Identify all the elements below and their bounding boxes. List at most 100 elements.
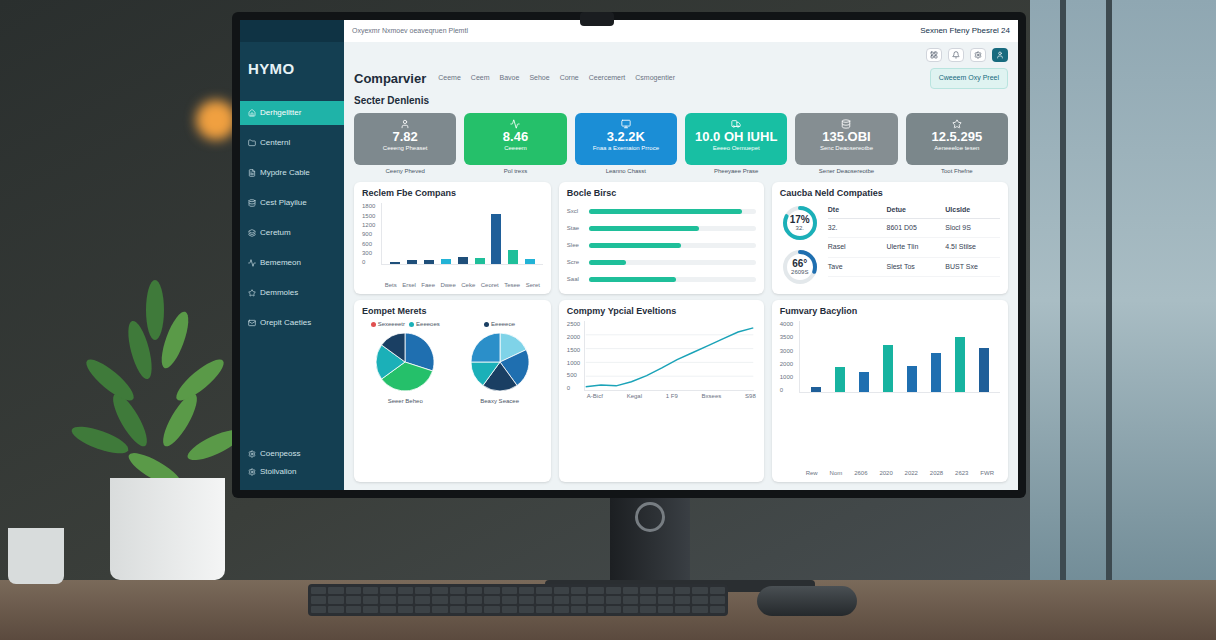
key[interactable] — [415, 587, 430, 594]
sidebar-item[interactable]: Cest Playilue — [240, 191, 344, 215]
key[interactable] — [658, 587, 673, 594]
tab[interactable]: Corne — [560, 73, 579, 84]
sidebar-footer-item[interactable]: Coenpeoss — [248, 448, 336, 460]
key[interactable] — [675, 596, 690, 603]
key[interactable] — [484, 587, 499, 594]
key[interactable] — [571, 606, 586, 613]
key[interactable] — [675, 606, 690, 613]
key[interactable] — [692, 606, 707, 613]
sidebar-item[interactable]: Centernl — [240, 131, 344, 155]
key[interactable] — [398, 606, 413, 613]
toolbar-button[interactable] — [926, 48, 942, 62]
hbar-fill — [589, 260, 626, 265]
kpi-card: 8.46Ceeeem — [464, 113, 566, 165]
key[interactable] — [554, 596, 569, 603]
key[interactable] — [606, 587, 621, 594]
key[interactable] — [328, 587, 343, 594]
sidebar-item[interactable]: Ceretum — [240, 221, 344, 245]
key[interactable] — [502, 606, 517, 613]
tab[interactable]: Ceercemert — [589, 73, 626, 84]
toolbar-button[interactable] — [948, 48, 964, 62]
key[interactable] — [502, 596, 517, 603]
tab[interactable]: Bavoe — [500, 73, 520, 84]
sidebar-item[interactable]: Mypdre Cable — [240, 161, 344, 185]
key[interactable] — [640, 596, 655, 603]
key[interactable] — [363, 596, 378, 603]
key[interactable] — [346, 587, 361, 594]
key[interactable] — [450, 606, 465, 613]
key[interactable] — [692, 587, 707, 594]
key[interactable] — [328, 606, 343, 613]
tab[interactable]: Csmogentier — [635, 73, 675, 84]
key[interactable] — [519, 587, 534, 594]
key[interactable] — [536, 606, 551, 613]
mouse[interactable] — [757, 586, 857, 616]
key[interactable] — [363, 587, 378, 594]
key[interactable] — [380, 587, 395, 594]
key[interactable] — [710, 587, 725, 594]
key[interactable] — [328, 596, 343, 603]
key[interactable] — [640, 606, 655, 613]
line-chart-panel: Compmy Ypcial Eveltions25002000150010005… — [559, 300, 764, 482]
key[interactable] — [658, 606, 673, 613]
key[interactable] — [554, 587, 569, 594]
header-button[interactable]: Cweeem Oxy Preel — [930, 68, 1008, 89]
key[interactable] — [467, 587, 482, 594]
key[interactable] — [588, 596, 603, 603]
key[interactable] — [450, 587, 465, 594]
key[interactable] — [519, 596, 534, 603]
key[interactable] — [554, 606, 569, 613]
key[interactable] — [415, 606, 430, 613]
key[interactable] — [519, 606, 534, 613]
key[interactable] — [692, 596, 707, 603]
key[interactable] — [606, 596, 621, 603]
tab[interactable]: Sehoe — [529, 73, 549, 84]
key[interactable] — [467, 606, 482, 613]
key[interactable] — [432, 587, 447, 594]
key[interactable] — [675, 587, 690, 594]
key[interactable] — [380, 596, 395, 603]
key[interactable] — [606, 606, 621, 613]
key[interactable] — [710, 596, 725, 603]
key[interactable] — [536, 596, 551, 603]
key[interactable] — [640, 587, 655, 594]
toolbar-button[interactable] — [970, 48, 986, 62]
profile-button[interactable] — [992, 48, 1008, 62]
key[interactable] — [571, 587, 586, 594]
key[interactable] — [623, 587, 638, 594]
key[interactable] — [311, 587, 326, 594]
key[interactable] — [484, 606, 499, 613]
key[interactable] — [346, 606, 361, 613]
key[interactable] — [502, 587, 517, 594]
key[interactable] — [450, 596, 465, 603]
tab[interactable]: Ceem — [471, 73, 490, 84]
key[interactable] — [311, 606, 326, 613]
key[interactable] — [710, 606, 725, 613]
key[interactable] — [415, 596, 430, 603]
key[interactable] — [398, 587, 413, 594]
key[interactable] — [311, 596, 326, 603]
tab[interactable]: Ceeme — [438, 73, 461, 84]
hbar-label: Saal — [567, 275, 583, 284]
key[interactable] — [363, 606, 378, 613]
key[interactable] — [346, 596, 361, 603]
sidebar-item[interactable]: Derhgelltter — [240, 101, 344, 125]
sidebar-item[interactable]: Bememeon — [240, 251, 344, 275]
key[interactable] — [658, 596, 673, 603]
key[interactable] — [467, 596, 482, 603]
key[interactable] — [623, 596, 638, 603]
key[interactable] — [398, 596, 413, 603]
key[interactable] — [380, 606, 395, 613]
key[interactable] — [588, 606, 603, 613]
sidebar-item[interactable]: Orepit Caeties — [240, 311, 344, 335]
key[interactable] — [432, 606, 447, 613]
keyboard[interactable] — [308, 584, 728, 616]
key[interactable] — [623, 606, 638, 613]
sidebar-footer-item[interactable]: Stoilvalion — [248, 466, 336, 478]
key[interactable] — [432, 596, 447, 603]
key[interactable] — [588, 587, 603, 594]
sidebar-item[interactable]: Demmoles — [240, 281, 344, 305]
key[interactable] — [484, 596, 499, 603]
key[interactable] — [571, 596, 586, 603]
key[interactable] — [536, 587, 551, 594]
